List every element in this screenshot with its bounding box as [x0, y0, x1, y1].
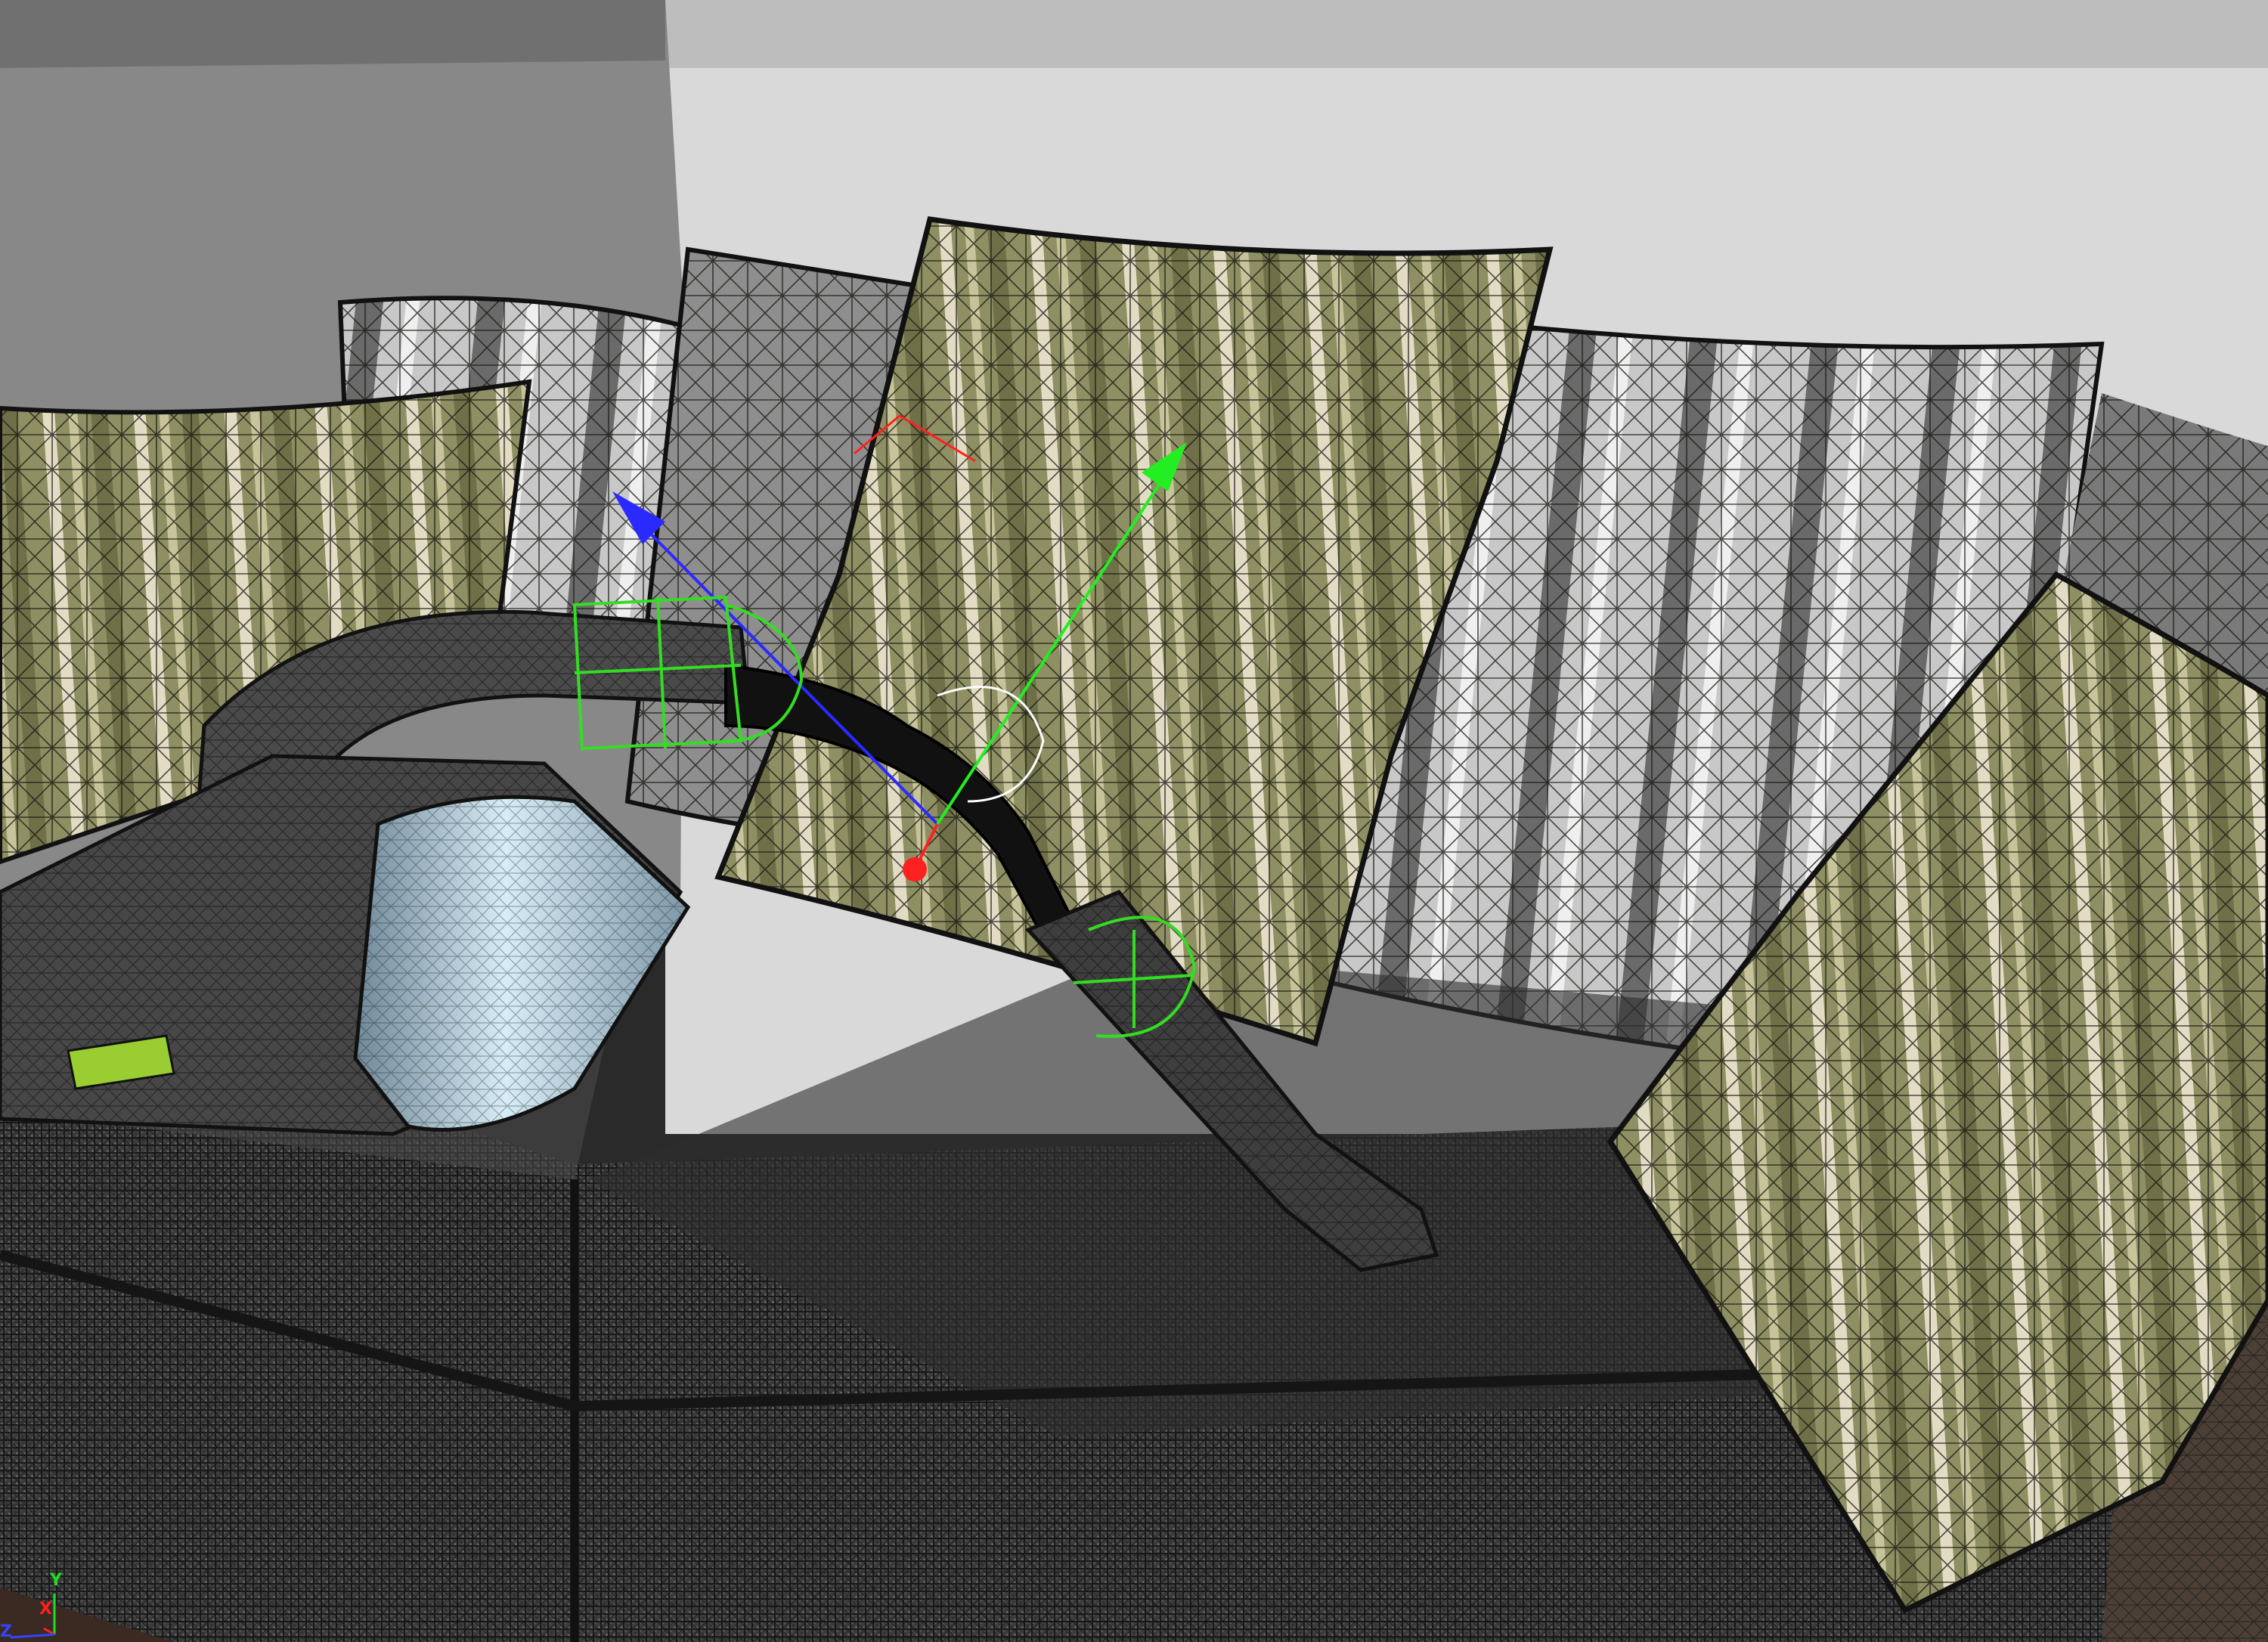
left-wall-top	[0, 0, 665, 68]
3d-viewport[interactable]: Y X Z	[0, 0, 2268, 1642]
axis-indicator-icon	[10, 1594, 56, 1639]
ceiling	[665, 0, 2268, 68]
axis-z-label: Z	[0, 1622, 12, 1641]
axis-y-label: Y	[50, 1571, 62, 1590]
gizmo-x-handle-icon[interactable]	[903, 857, 927, 881]
axis-orientation-indicator: Y X Z	[0, 1550, 83, 1642]
viewport-scene[interactable]	[0, 0, 2268, 1642]
axis-x-label: X	[39, 1600, 52, 1619]
